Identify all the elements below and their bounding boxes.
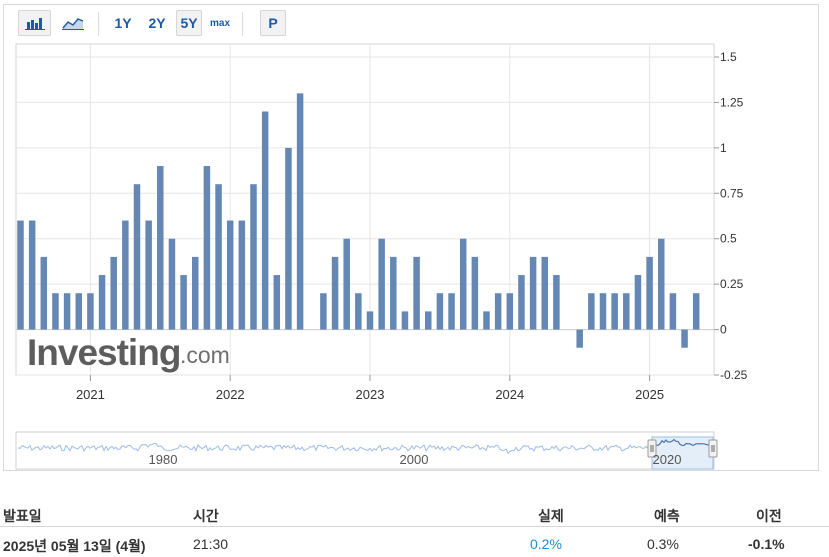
header-actual: 실제 [538, 508, 564, 524]
bar-2021-01[interactable] [87, 293, 94, 330]
row-time: 21:30 [193, 536, 229, 552]
x-tick-label: 2021 [76, 387, 105, 402]
bar-2021-04[interactable] [122, 220, 129, 330]
logo-suffix-text: .com [180, 342, 230, 368]
bar-2022-12[interactable] [355, 293, 362, 330]
navigator-right-handle[interactable] [708, 439, 718, 458]
header-release-date: 발표일 [3, 508, 42, 524]
bar-2023-11[interactable] [483, 311, 490, 330]
bar-2023-12[interactable] [494, 293, 502, 330]
bar-2020-09[interactable] [40, 256, 48, 330]
bar-2024-01[interactable] [506, 293, 514, 330]
bar-2025-03[interactable] [669, 293, 677, 330]
x-tick-label: 2023 [356, 387, 385, 402]
bar-2024-08[interactable] [588, 293, 595, 330]
bar-2023-03[interactable] [390, 256, 397, 330]
x-axis: 2021 2022 2023 2024 2025 [76, 375, 664, 402]
bar-2022-03[interactable] [250, 184, 257, 330]
header-forecast: 예측 [654, 508, 680, 524]
bar-2023-09[interactable] [459, 238, 467, 330]
y-tick-label: 1.25 [720, 95, 744, 109]
bar-2023-06[interactable] [425, 311, 432, 330]
y-tick-label: 1.5 [720, 50, 737, 64]
bar-2022-04[interactable] [261, 111, 269, 330]
bar-2022-05[interactable] [273, 275, 281, 330]
bar-chart: Investing .com -0.25 0 0.25 0.5 0.75 1 1.25 1.5… [15, 43, 748, 470]
bar-2024-11[interactable] [623, 293, 630, 330]
header-time: 시간 [193, 508, 219, 524]
bar-2021-08[interactable] [168, 238, 176, 330]
y-tick-label: 0.75 [720, 186, 744, 200]
bar-2025-02[interactable] [658, 238, 665, 330]
row-previous: -0.1% [748, 536, 785, 552]
bar-2021-06[interactable] [145, 220, 152, 330]
bar-2021-10[interactable] [192, 256, 199, 330]
bar-2024-02[interactable] [518, 275, 525, 330]
logo-brand-text: Investing [27, 332, 180, 373]
bar-2023-01[interactable] [366, 311, 374, 330]
bar-layer [17, 93, 700, 348]
bar-2023-08[interactable] [448, 293, 455, 330]
bar-2024-03[interactable] [529, 256, 537, 330]
bar-2023-07[interactable] [436, 293, 444, 330]
plot-border [15, 43, 715, 376]
table-row: 2025년 05월 13일 (4월) 21:30 0.2% 0.3% -0.1% [0, 530, 829, 557]
bar-2021-12[interactable] [215, 184, 222, 330]
y-tick-label: 0 [720, 323, 727, 337]
bar-2024-05[interactable] [553, 275, 560, 330]
navigator-label-2000: 2000 [400, 452, 429, 467]
investing-logo: Investing .com [27, 332, 230, 373]
bar-2023-04[interactable] [401, 311, 409, 330]
bar-2021-11[interactable] [203, 166, 211, 330]
bar-2025-01[interactable] [646, 256, 653, 330]
x-tick-label: 2022 [216, 387, 245, 402]
navigator-background [15, 431, 715, 470]
bar-2023-02[interactable] [378, 238, 385, 330]
bar-2020-11[interactable] [63, 293, 71, 330]
x-tick-label: 2024 [495, 387, 524, 402]
bar-undefined[interactable] [692, 293, 700, 330]
bar-2020-07[interactable] [17, 220, 24, 330]
bar-2022-02[interactable] [238, 220, 246, 330]
y-tick-label: 1 [720, 141, 727, 155]
header-divider [0, 526, 829, 527]
bar-2020-10[interactable] [52, 293, 59, 330]
bar-2024-09[interactable] [599, 293, 607, 330]
bar-2024-12[interactable] [634, 275, 642, 330]
y-tick-label: -0.25 [720, 368, 748, 382]
bar-2021-07[interactable] [157, 166, 164, 330]
bar-2024-07[interactable] [576, 329, 583, 348]
bar-2021-05[interactable] [133, 184, 141, 330]
bar-2022-09[interactable] [320, 293, 327, 330]
y-tick-label: 0.25 [720, 277, 744, 291]
header-previous: 이전 [756, 508, 782, 524]
bar-2021-09[interactable] [180, 275, 187, 330]
navigator-label-2020: 2020 [653, 452, 682, 467]
y-axis: -0.25 0 0.25 0.5 0.75 1 1.25 1.5 [714, 50, 748, 382]
bar-2024-10[interactable] [611, 293, 618, 330]
table-header: 발표일 시간 실제 예측 이전 [0, 500, 829, 527]
grid-layer [15, 43, 715, 376]
bar-2023-10[interactable] [471, 256, 479, 330]
bar-2020-12[interactable] [75, 293, 83, 330]
bar-2022-07[interactable] [296, 93, 304, 330]
bar-2022-10[interactable] [331, 256, 339, 330]
bar-2025-04[interactable] [681, 329, 688, 348]
x-tick-label: 2025 [635, 387, 664, 402]
bar-2020-08[interactable] [28, 220, 36, 330]
bar-2022-11[interactable] [343, 238, 350, 330]
row-forecast: 0.3% [647, 536, 679, 552]
navigator-label-1980: 1980 [149, 452, 178, 467]
row-release-date: 2025년 05월 13일 (4월) [3, 538, 146, 554]
bar-2024-04[interactable] [541, 256, 549, 330]
bar-2022-06[interactable] [285, 147, 292, 330]
bar-2022-01[interactable] [226, 220, 234, 330]
bar-2021-03[interactable] [110, 256, 117, 330]
navigator[interactable]: 1980 2000 2020 [15, 431, 718, 470]
bar-2021-02[interactable] [98, 275, 106, 330]
bar-2023-05[interactable] [413, 256, 420, 330]
y-tick-label: 0.5 [720, 232, 737, 246]
row-actual: 0.2% [530, 536, 562, 552]
